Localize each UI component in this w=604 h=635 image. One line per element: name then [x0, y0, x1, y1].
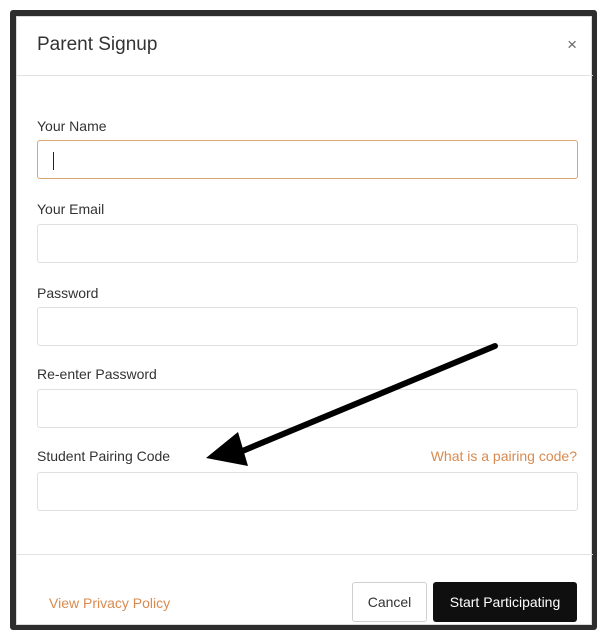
name-label: Your Name — [37, 118, 107, 134]
close-icon[interactable]: × — [567, 36, 577, 53]
start-participating-button[interactable]: Start Participating — [433, 582, 577, 622]
text-caret — [53, 152, 54, 170]
modal-header: Parent Signup × — [17, 17, 593, 76]
pairing-code-help-link[interactable]: What is a pairing code? — [431, 448, 577, 464]
modal-title: Parent Signup — [37, 34, 158, 55]
email-input[interactable] — [37, 224, 578, 263]
reenter-password-input[interactable] — [37, 389, 578, 428]
reenter-password-label: Re-enter Password — [37, 366, 157, 382]
cancel-button[interactable]: Cancel — [352, 582, 427, 622]
pairing-code-label: Student Pairing Code — [37, 448, 171, 464]
parent-signup-modal: Parent Signup × Your Name Your Email Pas… — [16, 16, 593, 626]
privacy-policy-link[interactable]: View Privacy Policy — [49, 595, 170, 611]
password-label: Password — [37, 285, 99, 301]
password-input[interactable] — [37, 307, 578, 346]
email-label: Your Email — [37, 201, 105, 217]
modal-footer: View Privacy Policy Cancel Start Partici… — [17, 554, 593, 626]
name-input[interactable] — [37, 140, 578, 179]
pairing-code-input[interactable] — [37, 472, 578, 511]
